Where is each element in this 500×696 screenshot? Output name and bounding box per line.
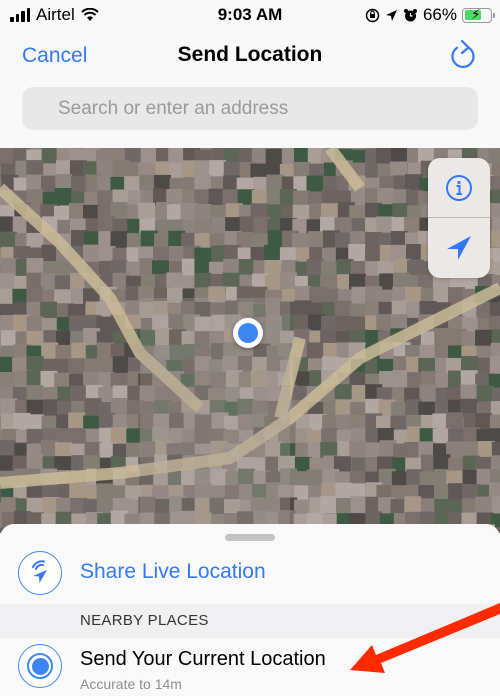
live-location-icon-wrap	[18, 551, 62, 595]
send-current-location-row[interactable]: Send Your Current Location Accurate to 1…	[0, 638, 500, 696]
map-info-button[interactable]	[428, 158, 490, 218]
battery-percent: 66%	[422, 5, 457, 24]
nearby-places-header: NEARBY PLACES	[0, 604, 500, 638]
current-location-button[interactable]	[428, 218, 490, 278]
alarm-icon	[403, 8, 417, 21]
current-location-icon	[27, 653, 53, 679]
sheet-grabber[interactable]	[225, 534, 275, 541]
battery-charging-icon: ⚡	[462, 5, 495, 23]
status-bar: Airtel 9:03 AM 66% ⚡	[0, 0, 500, 30]
search-field[interactable]	[22, 87, 478, 130]
location-arrow-icon	[385, 9, 397, 21]
share-live-location-row[interactable]: Share Live Location	[0, 546, 500, 604]
navigation-bar: Cancel Send Location	[0, 30, 500, 82]
current-location-icon-wrap	[18, 644, 62, 688]
share-live-location-label: Share Live Location	[80, 560, 266, 583]
cancel-button[interactable]: Cancel	[22, 44, 87, 68]
info-icon	[446, 174, 472, 201]
section-header-label: NEARBY PLACES	[80, 612, 209, 629]
bottom-sheet: Share Live Location NEARBY PLACES Send Y…	[0, 524, 500, 696]
user-location-dot	[233, 318, 263, 348]
orientation-lock-icon	[365, 8, 380, 22]
charging-bolt-icon: ⚡	[471, 5, 481, 22]
current-location-accuracy: Accurate to 14m	[80, 676, 182, 692]
search-input[interactable]	[22, 87, 478, 130]
refresh-button[interactable]	[448, 38, 478, 72]
live-location-icon	[32, 560, 47, 583]
current-location-title: Send Your Current Location	[80, 648, 326, 670]
map-controls	[428, 158, 490, 278]
user-location-dot-inner	[238, 323, 258, 343]
location-arrow-icon	[447, 236, 471, 260]
status-right: 66% ⚡	[365, 5, 495, 25]
refresh-icon	[451, 39, 475, 69]
